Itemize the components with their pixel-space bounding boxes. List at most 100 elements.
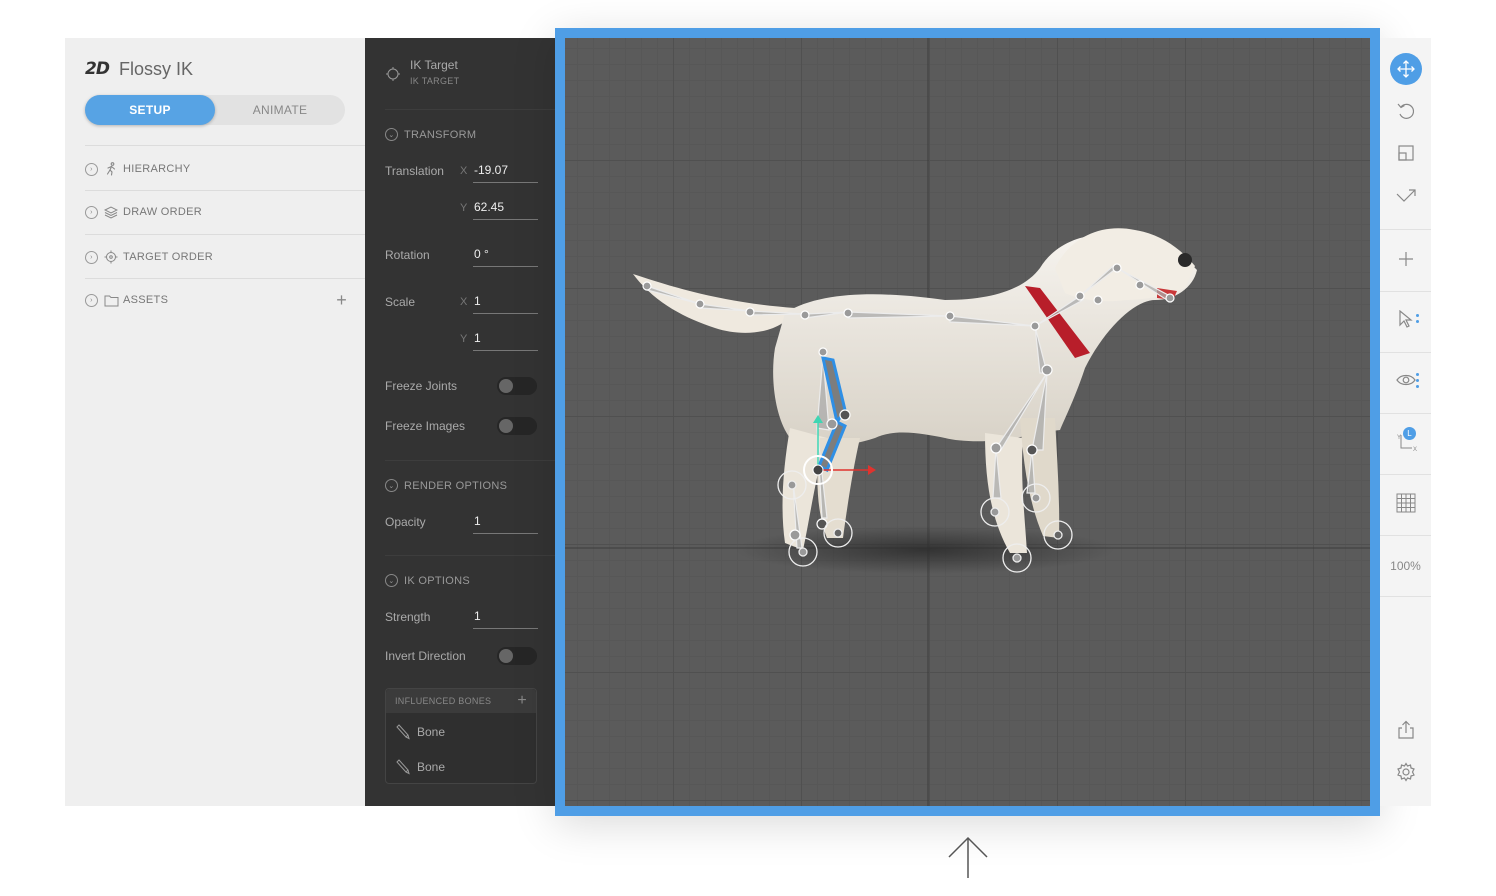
properties-panel: IK Target IK TARGET ⌄ TRANSFORM Translat… <box>365 38 555 806</box>
freeze-images-toggle[interactable] <box>497 417 537 435</box>
axis-tool[interactable]: Y X L <box>1380 424 1431 464</box>
divider <box>1380 413 1431 414</box>
transform-tool[interactable] <box>1380 178 1431 218</box>
section-title: RENDER OPTIONS <box>404 479 508 492</box>
arrow-up-icon <box>948 836 988 878</box>
zoom-control[interactable]: 100% <box>1380 546 1431 586</box>
strength-input[interactable]: 1 <box>473 609 538 629</box>
transform-section-header[interactable]: ⌄ TRANSFORM <box>385 128 476 141</box>
divider <box>385 460 555 461</box>
y-axis-label: Y <box>460 333 468 345</box>
translation-x-input[interactable]: -19.07 <box>473 163 538 183</box>
hierarchy-panel: 2D Flossy IK SETUP ANIMATE › HIERARCHY ›… <box>65 38 365 806</box>
divider <box>85 145 365 146</box>
tree-item-target-order[interactable]: › TARGET ORDER <box>85 244 365 270</box>
divider <box>1380 596 1431 597</box>
render-options-section-header[interactable]: ⌄ RENDER OPTIONS <box>385 479 507 492</box>
visibility-icon <box>1395 373 1416 392</box>
expand-icon[interactable]: › <box>85 162 98 176</box>
expand-icon[interactable]: › <box>85 293 98 307</box>
layers-icon <box>103 204 119 220</box>
settings-tool[interactable] <box>1380 754 1431 794</box>
divider <box>385 555 555 556</box>
tree-item-hierarchy[interactable]: › HIERARCHY <box>85 156 365 182</box>
toggle-knob <box>499 649 513 663</box>
setup-mode-button[interactable]: SETUP <box>85 95 215 125</box>
divider <box>85 234 365 235</box>
y-axis-label: Y <box>460 202 468 214</box>
tree-item-label: ASSETS <box>123 294 169 306</box>
export-tool[interactable] <box>1380 712 1431 752</box>
app-logo: 2D <box>85 59 110 79</box>
add-icon <box>1398 251 1414 272</box>
running-figure-icon <box>103 161 119 177</box>
bone-name: Bone <box>417 760 446 774</box>
chevron-down-icon: ⌄ <box>385 479 398 492</box>
freeze-joints-toggle[interactable] <box>497 377 537 395</box>
chevron-down-icon: ⌄ <box>385 574 398 587</box>
chevron-down-icon: ⌄ <box>385 128 398 141</box>
tree-item-label: TARGET ORDER <box>123 251 213 263</box>
file-name: Flossy IK <box>118 58 193 79</box>
bone-icon <box>395 759 411 775</box>
add-asset-button[interactable]: + <box>336 290 347 311</box>
scale-x-input[interactable]: 1 <box>473 294 538 314</box>
object-header: IK Target IK TARGET <box>385 58 459 87</box>
bone-icon <box>395 724 411 740</box>
strength-label: Strength <box>385 610 431 624</box>
invert-direction-toggle[interactable] <box>497 647 537 665</box>
target-icon <box>103 249 119 265</box>
mode-toggle: SETUP ANIMATE <box>85 95 345 125</box>
opacity-input[interactable]: 1 <box>473 514 538 534</box>
stage-artwork <box>565 38 1370 806</box>
target-icon <box>385 66 401 87</box>
dog-character[interactable] <box>633 228 1197 553</box>
animate-mode-button[interactable]: ANIMATE <box>215 95 345 125</box>
select-tool[interactable] <box>1380 301 1431 341</box>
divider <box>1380 291 1431 292</box>
object-type: IK TARGET <box>410 76 460 86</box>
more-options-icon[interactable] <box>1416 373 1419 391</box>
invert-direction-label: Invert Direction <box>385 649 466 663</box>
freeze-joints-label: Freeze Joints <box>385 379 458 393</box>
scale-tool[interactable] <box>1380 135 1431 175</box>
app-window: 2D Flossy IK SETUP ANIMATE › HIERARCHY ›… <box>0 0 1496 896</box>
influenced-bones-list: INFLUENCED BONES + Bone Bone <box>385 688 537 784</box>
export-icon <box>1397 720 1415 745</box>
add-bone-button[interactable]: + <box>517 692 527 710</box>
more-options-icon[interactable] <box>1416 314 1419 326</box>
translation-y-input[interactable]: 62.45 <box>473 200 538 220</box>
rotation-input[interactable]: 0 ° <box>473 247 538 267</box>
add-tool[interactable] <box>1380 241 1431 281</box>
object-name: IK Target <box>410 58 458 72</box>
rotate-tool[interactable] <box>1380 93 1431 133</box>
divider <box>1380 229 1431 230</box>
divider <box>1380 474 1431 475</box>
bone-name: Bone <box>417 725 446 739</box>
tool-bar: Y X L 100% <box>1380 38 1431 806</box>
scale-y-input[interactable]: 1 <box>473 331 538 351</box>
x-axis-label: X <box>460 165 468 177</box>
move-icon <box>1389 53 1422 85</box>
influenced-bones-header: INFLUENCED BONES + <box>386 689 536 713</box>
tree-item-label: HIERARCHY <box>123 163 191 175</box>
section-title: IK OPTIONS <box>404 574 470 587</box>
expand-icon[interactable]: › <box>85 205 98 219</box>
stage-canvas[interactable] <box>565 38 1370 806</box>
gear-icon <box>1396 761 1416 787</box>
local-space-badge: L <box>1403 427 1416 440</box>
tree-item-draw-order[interactable]: › DRAW ORDER <box>85 199 365 225</box>
list-item[interactable]: Bone <box>395 722 445 742</box>
grid-tool[interactable] <box>1380 485 1431 525</box>
divider <box>85 278 365 279</box>
list-item[interactable]: Bone <box>395 757 445 777</box>
tree-item-assets[interactable]: › ASSETS + <box>85 287 365 313</box>
toggle-knob <box>499 419 513 433</box>
divider <box>1380 352 1431 353</box>
influenced-bones-label: INFLUENCED BONES <box>395 696 492 706</box>
move-tool[interactable] <box>1380 49 1431 89</box>
expand-icon[interactable]: › <box>85 250 98 264</box>
svg-text:X: X <box>1413 447 1417 453</box>
visibility-tool[interactable] <box>1380 362 1431 402</box>
ik-options-section-header[interactable]: ⌄ IK OPTIONS <box>385 574 470 587</box>
